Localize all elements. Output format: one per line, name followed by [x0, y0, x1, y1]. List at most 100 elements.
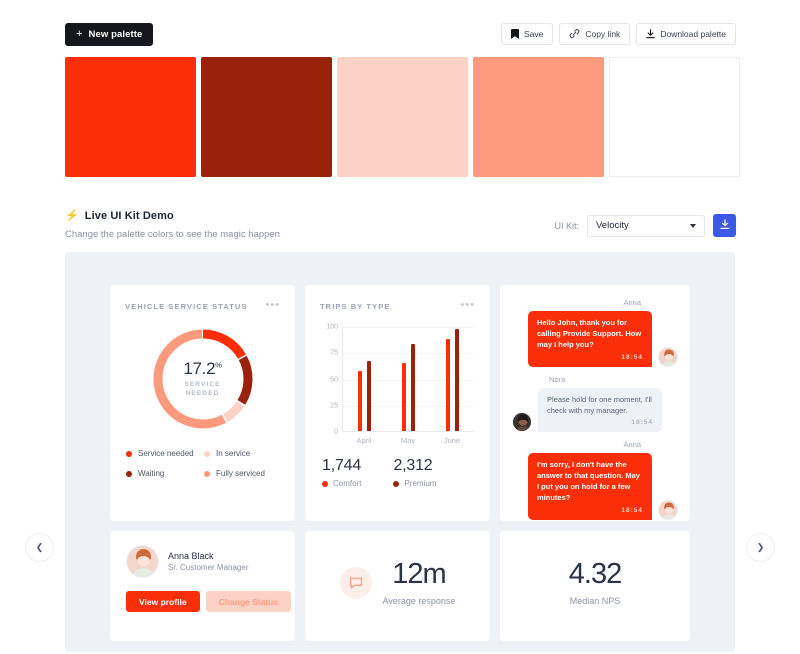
kpi: 2,312 Premium [393, 457, 436, 488]
chat-message: Anna I'm sorry, I don't have the answer t… [512, 440, 678, 520]
kpi: 1,744 Comfort [322, 457, 361, 488]
save-button[interactable]: Save [500, 23, 554, 45]
service-donut-chart: 17.2% SERVICE NEEDED [149, 325, 257, 433]
avatar [126, 545, 159, 578]
x-tick-label: April [356, 436, 372, 445]
uikit-controls: UI Kit: Velocity [554, 214, 736, 237]
save-label: Save [523, 29, 544, 39]
chat-timestamp: 18:54 [631, 419, 653, 427]
stat-row: 12m Average response [305, 531, 490, 641]
profile-buttons: View profile Change Status [110, 578, 295, 612]
card-title: Trips by type [320, 302, 391, 311]
y-tick-label: 50 [330, 376, 338, 383]
y-tick-label: 75 [330, 349, 338, 357]
profile-role: Sr. Customer Manager [168, 563, 249, 572]
chat-sender-name: Nora [549, 374, 566, 384]
legend-item: Fully serviced [204, 469, 282, 478]
bar [454, 329, 459, 431]
y-tick-label: 25 [330, 402, 338, 410]
download-icon [719, 218, 730, 233]
link-icon [569, 29, 580, 39]
chat-row: Hello John, thank you for calling Provid… [512, 311, 678, 367]
chevron-right-icon: ❯ [756, 542, 765, 552]
legend-dot [204, 470, 210, 477]
legend-dot [126, 470, 132, 477]
legend-label: Service needed [138, 449, 194, 458]
toolbar-actions: Save Copy link Download palette [500, 23, 736, 45]
chat-timestamp: 18:54 [621, 506, 643, 514]
chat-sender-name: Anna [623, 440, 641, 450]
uikit-select[interactable]: Velocity [587, 214, 705, 237]
kpi-dot [393, 480, 400, 487]
swatch-dark[interactable] [201, 57, 332, 177]
view-profile-button[interactable]: View profile [126, 591, 200, 612]
chevron-down-icon [690, 223, 696, 228]
donut-value: 17.2% [183, 359, 222, 379]
card-title: Vehicle service status [125, 302, 248, 311]
bar [411, 343, 415, 431]
ellipsis-icon[interactable]: ••• [460, 300, 475, 311]
bookmark-icon [510, 29, 519, 39]
swatch-salmon[interactable] [473, 57, 604, 177]
kpi-label: Premium [404, 479, 437, 488]
demo-title: Live UI Kit Demo [84, 210, 174, 222]
copy-link-button[interactable]: Copy link [559, 23, 631, 45]
x-tick-label: June [443, 436, 461, 445]
prev-slide-button[interactable]: ❮ [25, 533, 54, 562]
next-slide-button[interactable]: ❯ [746, 533, 775, 562]
kpi-value: 1,744 [322, 457, 362, 474]
bar [358, 371, 363, 431]
demo-header: ⚡ Live UI Kit Demo Change the palette co… [65, 210, 280, 240]
export-uikit-button[interactable] [713, 214, 736, 237]
chat-sender-name: Anna [623, 298, 641, 307]
uikit-selected-value: Velocity [596, 220, 629, 231]
stat-text: 12m Average response [382, 558, 456, 607]
bar [367, 360, 372, 431]
swatch-white[interactable] [609, 57, 740, 177]
median-nps-card: 4.32 Median NPS [500, 531, 690, 641]
palette-swatches [65, 57, 740, 177]
vehicle-service-status-card: Vehicle service status ••• 17.2% SERVICE… [110, 285, 295, 521]
download-palette-button[interactable]: Download palette [636, 23, 736, 45]
kpi-value: 2,312 [393, 457, 433, 474]
chat-message: Anna Hello John, thank you for calling Pr… [512, 298, 678, 367]
avatar [658, 499, 678, 520]
stat-row: 4.32 Median NPS [500, 531, 690, 641]
ellipsis-icon[interactable]: ••• [265, 300, 280, 311]
stat-value: 12m [392, 558, 446, 590]
kpi-label-row: Comfort [322, 479, 361, 488]
chat-bubble: Hello John, thank you for calling Provid… [528, 311, 652, 367]
card-header: Trips by type ••• [305, 285, 490, 312]
legend-label: Waiting [138, 469, 165, 478]
trips-bar-chart: 0 25 50 75 100 April May June [318, 324, 478, 447]
donut-center-label: 17.2% SERVICE NEEDED [149, 325, 257, 433]
swatch-light[interactable] [337, 57, 468, 177]
download-icon [646, 29, 656, 39]
profile-header: Anna Black Sr. Customer Manager [110, 531, 295, 578]
trips-by-type-card: Trips by type ••• 0 25 50 75 100 April May Jun… [305, 285, 490, 521]
app-page: + New palette Save Copy link Download pa… [0, 0, 800, 654]
kpi-dot [322, 480, 328, 487]
service-legend: Service needed In service Waiting Fully ser… [126, 449, 295, 478]
legend-item: Waiting [126, 469, 204, 478]
donut-label: SERVICE NEEDED [184, 381, 221, 397]
bar-groups [343, 327, 474, 431]
chat-message-list: Anna Hello John, thank you for calling Pr… [500, 285, 690, 520]
chat-bubble-icon [339, 567, 372, 599]
bar-group [430, 327, 474, 431]
uikit-label: UI Kit: [554, 220, 579, 231]
stat-text: 4.32 Median NPS [568, 558, 622, 607]
profile-name: Anna Black [168, 551, 214, 561]
x-tick-label: May [400, 436, 416, 445]
swatch-primary[interactable] [65, 57, 196, 177]
stat-value: 4.32 [568, 558, 622, 590]
legend-label: Fully serviced [216, 469, 265, 478]
kpi-label: Comfort [333, 479, 362, 488]
stat-label: Average response [382, 596, 456, 606]
new-palette-button[interactable]: + New palette [65, 23, 154, 46]
chat-timestamp: 18:54 [621, 353, 643, 361]
copy-link-label: Copy link [585, 29, 621, 39]
profile-card: Anna Black Sr. Customer Manager View pro… [110, 531, 295, 641]
change-status-button[interactable]: Change Status [205, 591, 292, 612]
y-tick-label: 0 [334, 428, 338, 436]
